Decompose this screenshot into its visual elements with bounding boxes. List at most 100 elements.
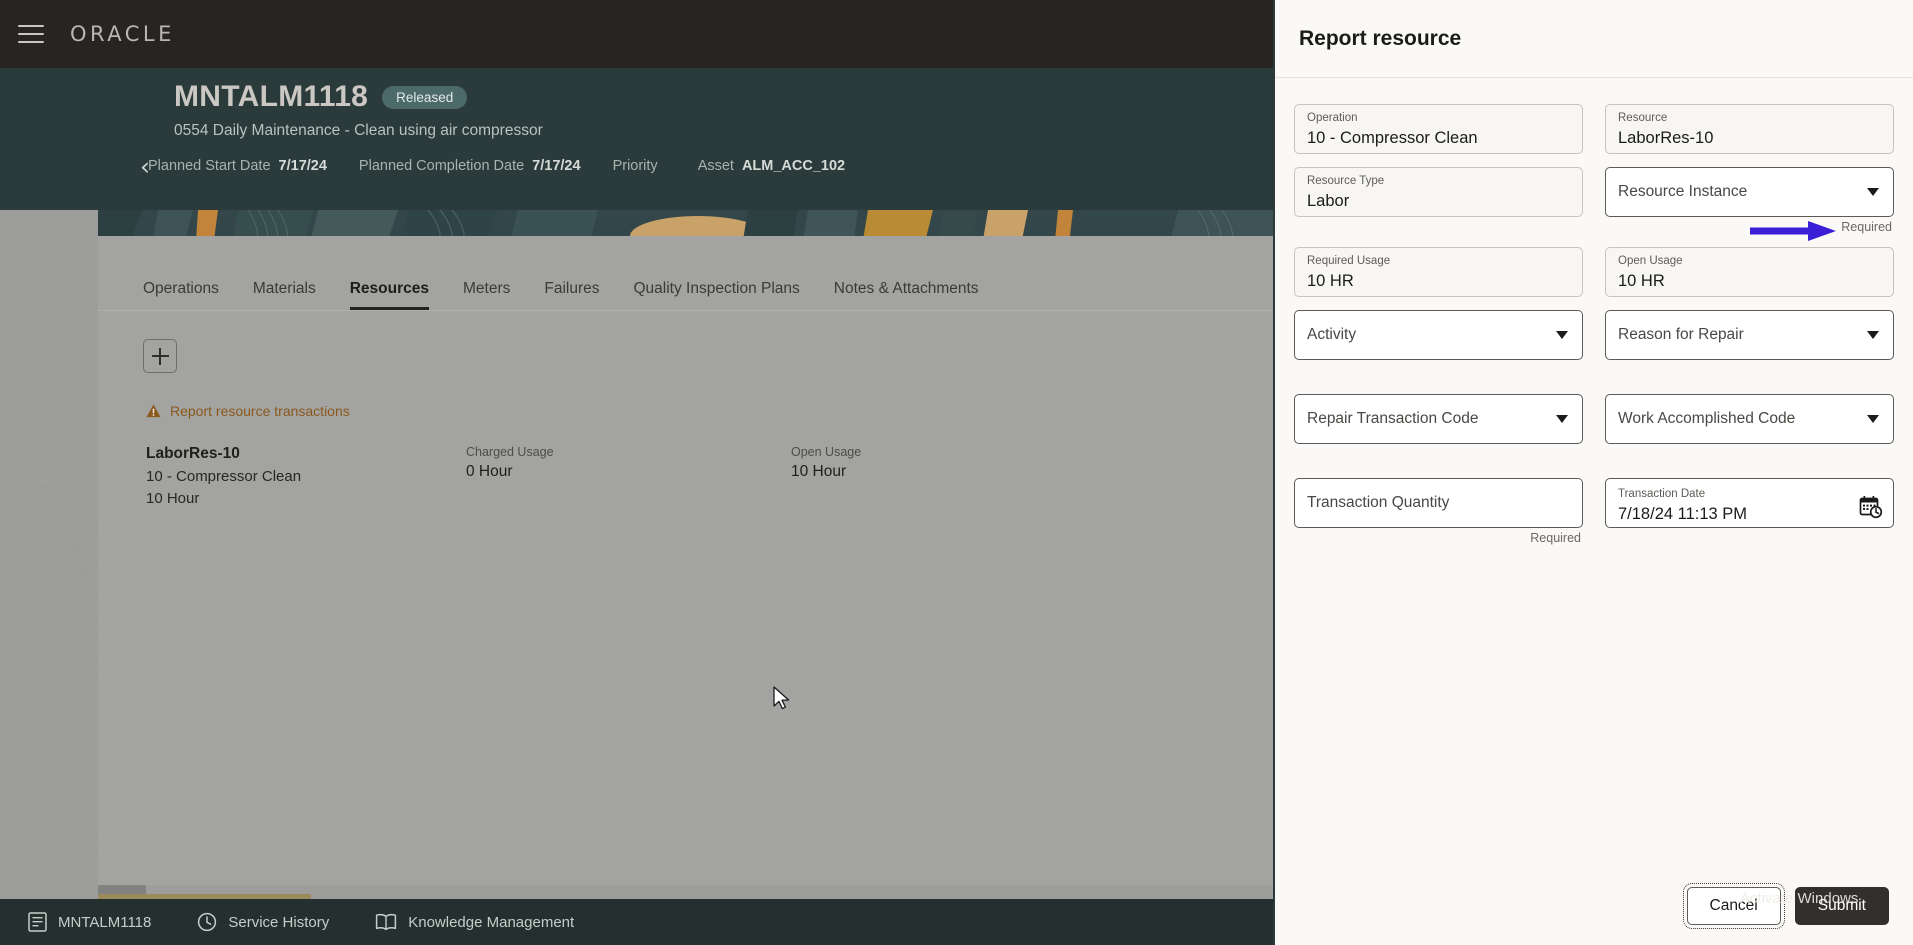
add-resource-button[interactable] [143, 339, 177, 373]
alert-text: Report resource transactions [170, 403, 350, 419]
tab-quality-inspection-plans[interactable]: Quality Inspection Plans [634, 280, 800, 310]
chevron-down-icon [1867, 188, 1879, 196]
reason-for-repair-placeholder: Reason for Repair [1618, 326, 1744, 343]
hamburger-icon[interactable] [18, 25, 44, 43]
meta-label-asset: Asset [697, 158, 734, 174]
calendar-clock-icon[interactable] [1859, 495, 1883, 519]
status-badge: Released [382, 85, 468, 109]
clock-icon [198, 912, 217, 932]
required-usage-value: 10 HR [1307, 271, 1354, 290]
chevron-down-icon [1556, 415, 1568, 423]
operation-value: 10 - Compressor Clean [1307, 128, 1478, 147]
panel-body: Operation 10 - Compressor Clean Resource… [1275, 78, 1913, 867]
report-resource-panel: Report resource Operation 10 - Compresso… [1273, 0, 1913, 945]
activity-select[interactable]: Activity [1294, 310, 1583, 360]
tab-failures[interactable]: Failures [544, 280, 599, 310]
tab-notes-attachments[interactable]: Notes & Attachments [834, 280, 979, 310]
resource-field[interactable]: Resource LaborRes-10 [1605, 104, 1894, 154]
open-usage-value: 10 Hour [791, 463, 847, 480]
report-resource-transactions-alert[interactable]: Report resource transactions [146, 403, 1273, 419]
open-usage-panel-value: 10 HR [1618, 271, 1665, 290]
charged-usage-value: 0 Hour [466, 463, 513, 480]
bottom-nav-label: MNTALM1118 [58, 913, 152, 931]
meta-label-planned-start: Planned Start Date [148, 158, 271, 174]
reason-for-repair-select[interactable]: Reason for Repair [1605, 310, 1894, 360]
resource-type-label: Resource Type [1307, 175, 1385, 187]
meta-label-planned-completion: Planned Completion Date [358, 158, 525, 174]
required-usage-field-wrap: Required Usage 10 HR [1294, 247, 1583, 297]
mouse-pointer-icon [773, 686, 790, 710]
transaction-quantity-input[interactable]: Transaction Quantity [1294, 478, 1583, 528]
resource-identity-cell: LaborRes-10 10 - Compressor Clean 10 Hou… [146, 445, 466, 507]
bottom-nav-label: Knowledge Management [408, 913, 575, 931]
transaction-quantity-field-wrap: Transaction Quantity Required [1294, 478, 1583, 545]
work-accomplished-code-field-wrap: Work Accomplished Code [1605, 394, 1894, 444]
arrow-right-icon [1750, 221, 1836, 241]
operation-field-wrap: Operation 10 - Compressor Clean [1294, 104, 1583, 154]
tab-operations[interactable]: Operations [143, 280, 219, 310]
work-order-header: ‹ MNTALM1118 Released 0554 Daily Mainten… [0, 68, 1273, 210]
work-order-content-card: Operations Materials Resources Meters Fa… [98, 236, 1273, 892]
repair-transaction-code-field-wrap: Repair Transaction Code [1294, 394, 1583, 444]
reason-for-repair-field-wrap: Reason for Repair [1605, 310, 1894, 360]
meta-value-asset: ALM_ACC_102 [741, 158, 846, 174]
scrollbar-thumb[interactable] [98, 885, 146, 894]
bottom-nav-knowledge-management[interactable]: Knowledge Management [375, 913, 574, 931]
charged-usage-label: Charged Usage [466, 445, 554, 459]
screen-root: ORACLE ‹ MNTALM1118 Released 0554 Daily … [0, 0, 1913, 945]
work-accomplished-code-select[interactable]: Work Accomplished Code [1605, 394, 1894, 444]
field-group-spacer-2 [1294, 457, 1894, 478]
resource-label: Resource [1618, 112, 1668, 124]
open-usage-field-wrap: Open Usage 10 HR [1605, 247, 1894, 297]
resource-operation: 10 - Compressor Clean [146, 468, 302, 485]
meta-value-planned-start: 7/17/24 [278, 158, 327, 174]
required-usage-field[interactable]: Required Usage 10 HR [1294, 247, 1583, 297]
table-row[interactable]: LaborRes-10 10 - Compressor Clean 10 Hou… [146, 445, 1273, 507]
panel-title: Report resource [1299, 26, 1462, 50]
panel-header: Report resource [1275, 0, 1913, 78]
resource-field-wrap: Resource LaborRes-10 [1605, 104, 1894, 154]
open-usage-panel-label: Open Usage [1618, 255, 1683, 267]
oracle-brand-logo[interactable]: ORACLE [70, 22, 175, 46]
chevron-down-icon [1867, 415, 1879, 423]
book-icon [376, 913, 397, 931]
tab-resources[interactable]: Resources [349, 280, 430, 310]
resource-instance-placeholder: Resource Instance [1618, 183, 1748, 200]
page-title: MNTALM1118 [174, 80, 369, 113]
tab-divider [98, 310, 1273, 311]
transaction-date-value: 7/18/24 11:13 PM [1618, 504, 1748, 523]
work-order-description: 0554 Daily Maintenance - Clean using air… [174, 122, 543, 139]
resource-type-field-wrap: Resource Type Labor [1294, 167, 1583, 234]
resource-value: LaborRes-10 [1618, 128, 1714, 147]
open-usage-label: Open Usage [791, 445, 862, 459]
oracle-top-bar: ORACLE [0, 0, 1273, 68]
transaction-quantity-required-note: Required [1530, 531, 1581, 545]
field-group-spacer [1294, 373, 1894, 394]
warning-triangle-icon [146, 404, 161, 418]
bottom-nav-work-order[interactable]: MNTALM1118 [28, 912, 151, 932]
application-background: ORACLE ‹ MNTALM1118 Released 0554 Daily … [0, 0, 1273, 945]
transaction-date-field-wrap: Transaction Date 7/18/24 11:13 PM [1605, 478, 1894, 545]
transaction-date-field[interactable]: Transaction Date 7/18/24 11:13 PM [1605, 478, 1894, 528]
chevron-down-icon [1556, 331, 1568, 339]
operation-field[interactable]: Operation 10 - Compressor Clean [1294, 104, 1583, 154]
resource-instance-select[interactable]: Resource Instance [1605, 167, 1894, 217]
transaction-date-label: Transaction Date [1618, 487, 1706, 500]
document-icon [28, 912, 47, 932]
plus-icon [151, 347, 169, 365]
tab-meters[interactable]: Meters [463, 280, 510, 310]
operation-label: Operation [1307, 112, 1358, 124]
resource-name: LaborRes-10 [146, 445, 240, 462]
activate-windows-watermark: Activate Windows [1740, 890, 1859, 907]
open-usage-cell: Open Usage 10 Hour [791, 445, 1225, 507]
required-usage-label: Required Usage [1307, 255, 1391, 267]
bottom-nav-service-history[interactable]: Service History [197, 912, 329, 932]
work-accomplished-code-placeholder: Work Accomplished Code [1618, 410, 1796, 427]
meta-value-planned-completion: 7/17/24 [532, 158, 581, 174]
open-usage-field[interactable]: Open Usage 10 HR [1605, 247, 1894, 297]
tab-materials[interactable]: Materials [253, 280, 316, 310]
repair-transaction-code-placeholder: Repair Transaction Code [1307, 410, 1479, 427]
horizontal-scrollbar[interactable] [98, 885, 1273, 894]
resource-type-field[interactable]: Resource Type Labor [1294, 167, 1583, 217]
repair-transaction-code-select[interactable]: Repair Transaction Code [1294, 394, 1583, 444]
